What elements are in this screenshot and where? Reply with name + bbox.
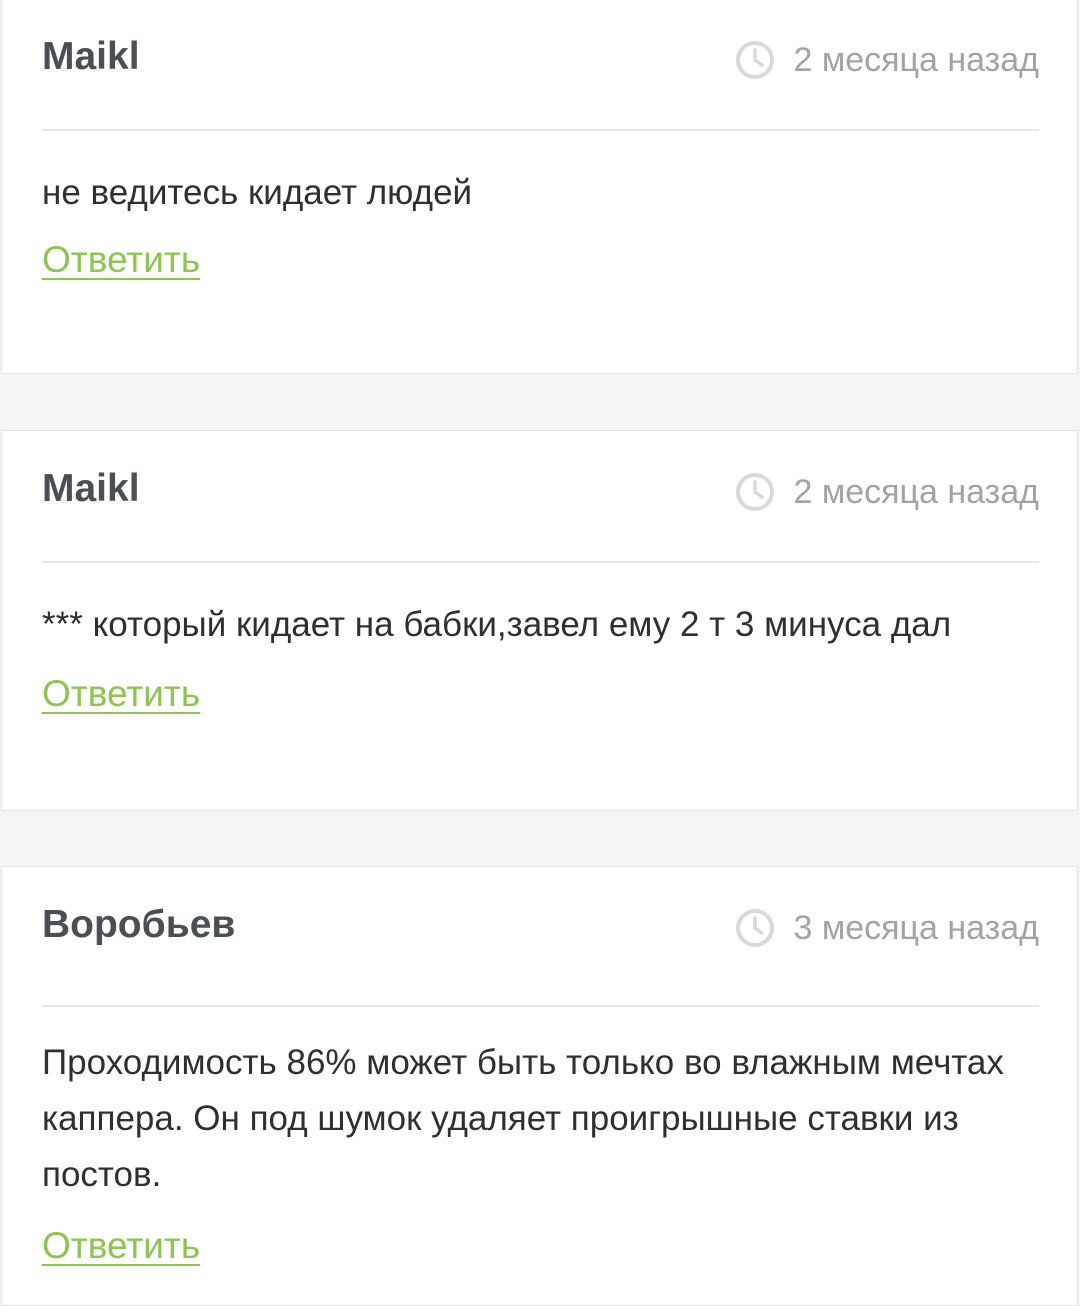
comment-date-text: 3 месяца назад [793,909,1039,947]
comments-list: Maikl 2 месяца назад не ведитесь кидает … [0,0,1080,1306]
reply-link[interactable]: Ответить [42,671,200,717]
comment-author: Воробьев [42,903,236,946]
comment-date: 2 месяца назад [735,37,1039,83]
comment-header: Maikl 2 месяца назад [42,431,1039,563]
reply-link[interactable]: Ответить [42,1223,200,1269]
comment-author: Maikl [42,467,140,510]
comment-text: *** который кидает на бабки,завел ему 2 … [42,605,952,644]
reply-link[interactable]: Ответить [42,237,200,283]
comment-date: 2 месяца назад [735,469,1039,515]
comment-date-text: 2 месяца назад [793,41,1039,79]
comment-header: Воробьев 3 месяца назад [42,867,1039,1007]
comment-author: Maikl [42,35,140,78]
comment-text: не ведитесь кидает людей [42,173,473,212]
clock-icon [736,473,775,511]
clock-icon [736,909,775,947]
comment-text: Проходимость 86% может быть только во вл… [42,1043,1004,1194]
comment-date-text: 2 месяца назад [793,473,1039,511]
comment-header: Maikl 2 месяца назад [42,0,1039,131]
comment-card: Воробьев 3 месяца назад Проходимость 86%… [1,866,1078,1306]
clock-icon [736,41,775,79]
comment-card: Maikl 2 месяца назад не ведитесь кидает … [1,0,1078,374]
comment-card: Maikl 2 месяца назад *** который кидает … [1,430,1078,811]
comment-date: 3 месяца назад [735,905,1039,951]
